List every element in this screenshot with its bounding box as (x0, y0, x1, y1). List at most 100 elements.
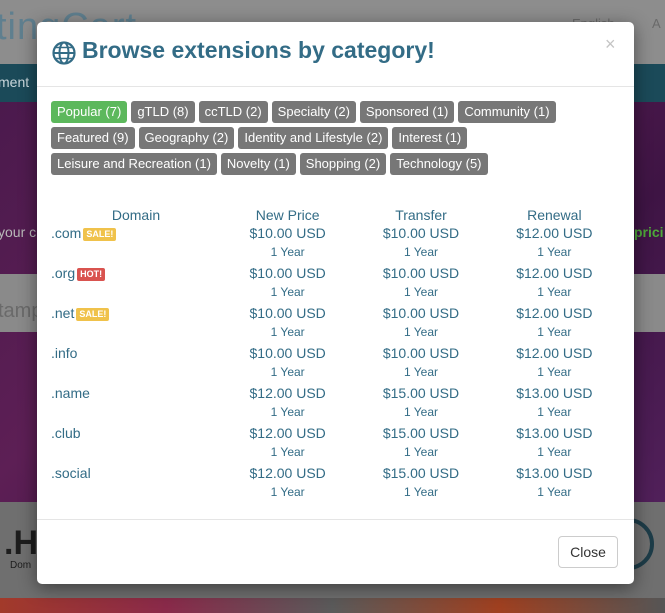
new-period: 1 Year (270, 285, 305, 299)
domain-cell: .org HOT! (51, 265, 221, 285)
renewal-price: $12.00 USD (516, 265, 593, 281)
table-row: .club $12.00 USD $15.00 USD $13.00 USD (51, 425, 621, 445)
new-price: $10.00 USD (249, 305, 326, 321)
new-period: 1 Year (270, 405, 305, 419)
category-row: Popular (7) gTLD (8) ccTLD (2) Specialty (2… (51, 101, 621, 123)
category-tag[interactable]: Community (1) (458, 101, 556, 123)
category-tag[interactable]: Geography (2) (138, 127, 235, 149)
domain-cell: .com SALE! (51, 225, 221, 245)
domain-cell: .net SALE! (51, 305, 221, 325)
sale-badge: SALE! (83, 227, 117, 241)
transfer-price: $15.00 USD (382, 385, 460, 401)
period-spacer (51, 485, 221, 505)
column-header-transfer: Transfer (395, 207, 447, 223)
domain-extension: .net (51, 305, 75, 321)
category-tag[interactable]: ccTLD (2) (198, 101, 268, 123)
table-header-row: Domain New Price Transfer Renewal (51, 205, 621, 225)
domain-cell: .club (51, 425, 221, 445)
renewal-price: $12.00 USD (516, 345, 593, 361)
globe-icon (52, 41, 76, 65)
category-tag[interactable]: Shopping (2) (299, 153, 387, 175)
category-tag[interactable]: Leisure and Recreation (1) (51, 153, 217, 175)
transfer-period: 1 Year (403, 285, 439, 299)
new-price: $12.00 USD (249, 425, 326, 441)
pricing-rows: .com SALE! $10.00 USD $10.00 USD $12.00 USD 1… (51, 225, 621, 505)
column-header-new-price: New Price (255, 207, 320, 223)
category-tag[interactable]: Popular (7) (51, 101, 128, 123)
period-spacer (51, 405, 221, 425)
domain-cell: .social (51, 465, 221, 485)
renewal-period: 1 Year (537, 325, 572, 339)
category-tag[interactable]: Interest (1) (392, 127, 468, 149)
new-price: $10.00 USD (249, 345, 326, 361)
transfer-price: $15.00 USD (382, 465, 460, 481)
category-tag[interactable]: gTLD (8) (131, 101, 195, 123)
close-icon[interactable]: × (605, 34, 616, 54)
period-row: 1 Year 1 Year 1 Year (51, 245, 621, 265)
transfer-period: 1 Year (403, 365, 439, 379)
renewal-period: 1 Year (537, 245, 572, 259)
table-row: .com SALE! $10.00 USD $10.00 USD $12.00 USD (51, 225, 621, 245)
renewal-price: $13.00 USD (516, 465, 593, 481)
period-spacer (51, 445, 221, 465)
period-spacer (51, 285, 221, 305)
transfer-period: 1 Year (403, 445, 439, 459)
transfer-price: $10.00 USD (382, 225, 460, 241)
period-spacer (51, 245, 221, 265)
category-tag[interactable]: Sponsored (1) (359, 101, 455, 123)
category-tag[interactable]: Featured (9) (51, 127, 135, 149)
column-header-domain: Domain (111, 207, 161, 223)
transfer-price: $10.00 USD (382, 305, 460, 321)
new-price: $12.00 USD (249, 385, 326, 401)
new-period: 1 Year (270, 365, 305, 379)
domain-extension: .com (51, 225, 82, 241)
domain-extension: .info (51, 345, 78, 361)
new-price: $10.00 USD (249, 225, 326, 241)
table-row: .org HOT! $10.00 USD $10.00 USD $12.00 USD (51, 265, 621, 285)
new-price: $10.00 USD (249, 265, 326, 281)
renewal-price: $13.00 USD (516, 385, 593, 401)
renewal-price: $12.00 USD (516, 305, 593, 321)
renewal-period: 1 Year (537, 485, 572, 499)
transfer-price: $10.00 USD (382, 345, 460, 361)
browse-extensions-modal: Browse extensions by category! × Popular… (37, 22, 634, 584)
period-row: 1 Year 1 Year 1 Year (51, 445, 621, 465)
category-tag[interactable]: Technology (5) (390, 153, 488, 175)
close-button[interactable]: Close (558, 536, 618, 568)
transfer-price: $10.00 USD (382, 265, 460, 281)
table-row: .info $10.00 USD $10.00 USD $12.00 USD (51, 345, 621, 365)
modal-footer: Close (37, 519, 634, 585)
domain-cell: .info (51, 345, 221, 365)
domain-extension: .club (51, 425, 81, 441)
category-tag[interactable]: Identity and Lifestyle (2) (238, 127, 389, 149)
modal-header: Browse extensions by category! × (37, 22, 634, 87)
new-price: $12.00 USD (249, 465, 326, 481)
category-tag[interactable]: Novelty (1) (220, 153, 296, 175)
renewal-period: 1 Year (537, 285, 572, 299)
color-strip (0, 598, 665, 613)
category-tags: Popular (7) gTLD (8) ccTLD (2) Specialty (2… (51, 101, 621, 179)
table-row: .net SALE! $10.00 USD $10.00 USD $12.00 USD (51, 305, 621, 325)
domain-cell: .name (51, 385, 221, 405)
new-period: 1 Year (270, 325, 305, 339)
nav-item: ment (0, 74, 30, 90)
renewal-period: 1 Year (537, 405, 572, 419)
period-row: 1 Year 1 Year 1 Year (51, 285, 621, 305)
domain-extension: .social (51, 465, 91, 481)
category-row: Featured (9) Geography (2) Identity and Li… (51, 127, 621, 149)
category-tag[interactable]: Specialty (2) (271, 101, 356, 123)
new-period: 1 Year (270, 445, 305, 459)
transfer-period: 1 Year (403, 325, 439, 339)
transfer-period: 1 Year (403, 405, 439, 419)
transfer-price: $15.00 USD (382, 425, 460, 441)
partner-logo-subtext: Dom (10, 560, 32, 571)
renewal-price: $13.00 USD (516, 425, 593, 441)
hero-text: your c (0, 224, 37, 240)
modal-title: Browse extensions by category! (82, 37, 435, 63)
period-row: 1 Year 1 Year 1 Year (51, 485, 621, 505)
renewal-price: $12.00 USD (516, 225, 593, 241)
hero-highlight: prici (634, 224, 664, 240)
table-row: .name $12.00 USD $15.00 USD $13.00 USD (51, 385, 621, 405)
new-period: 1 Year (270, 485, 305, 499)
partner-logo-text: .H (4, 524, 38, 562)
